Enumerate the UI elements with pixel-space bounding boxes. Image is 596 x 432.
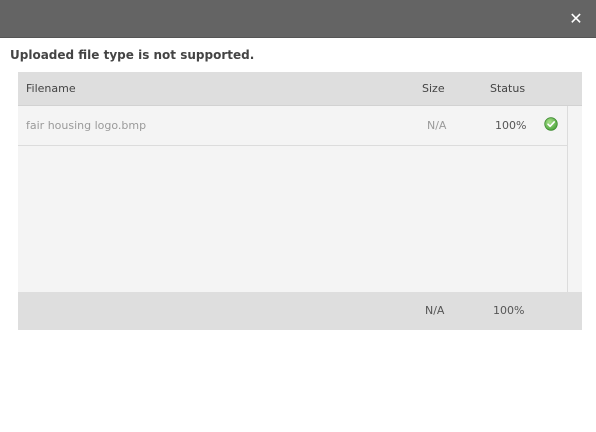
check-circle-icon — [544, 117, 558, 131]
row-size: N/A — [427, 119, 447, 132]
footer-size: N/A — [425, 304, 445, 317]
column-header-filename[interactable]: Filename — [26, 82, 76, 95]
column-header-status[interactable]: Status — [490, 82, 525, 95]
row-status: 100% — [495, 119, 527, 132]
close-button[interactable]: ✕ — [566, 9, 586, 29]
dialog-titlebar: ✕ — [0, 0, 596, 38]
table-body: fair housing logo.bmp N/A 100% — [18, 106, 567, 292]
upload-dialog: ✕ Uploaded file type is not supported. F… — [0, 0, 596, 432]
footer-status: 100% — [493, 304, 525, 317]
column-header-size[interactable]: Size — [422, 82, 445, 95]
table-row[interactable]: fair housing logo.bmp N/A 100% — [18, 106, 567, 146]
upload-table: Filename Size Status fair housing logo.b… — [18, 72, 582, 330]
error-message: Uploaded file type is not supported. — [10, 48, 255, 62]
table-footer: N/A 100% — [18, 292, 582, 330]
table-header: Filename Size Status — [18, 72, 582, 106]
row-filename: fair housing logo.bmp — [26, 119, 147, 132]
vertical-scrollbar[interactable] — [567, 106, 582, 292]
close-icon[interactable]: ✕ — [569, 9, 582, 28]
